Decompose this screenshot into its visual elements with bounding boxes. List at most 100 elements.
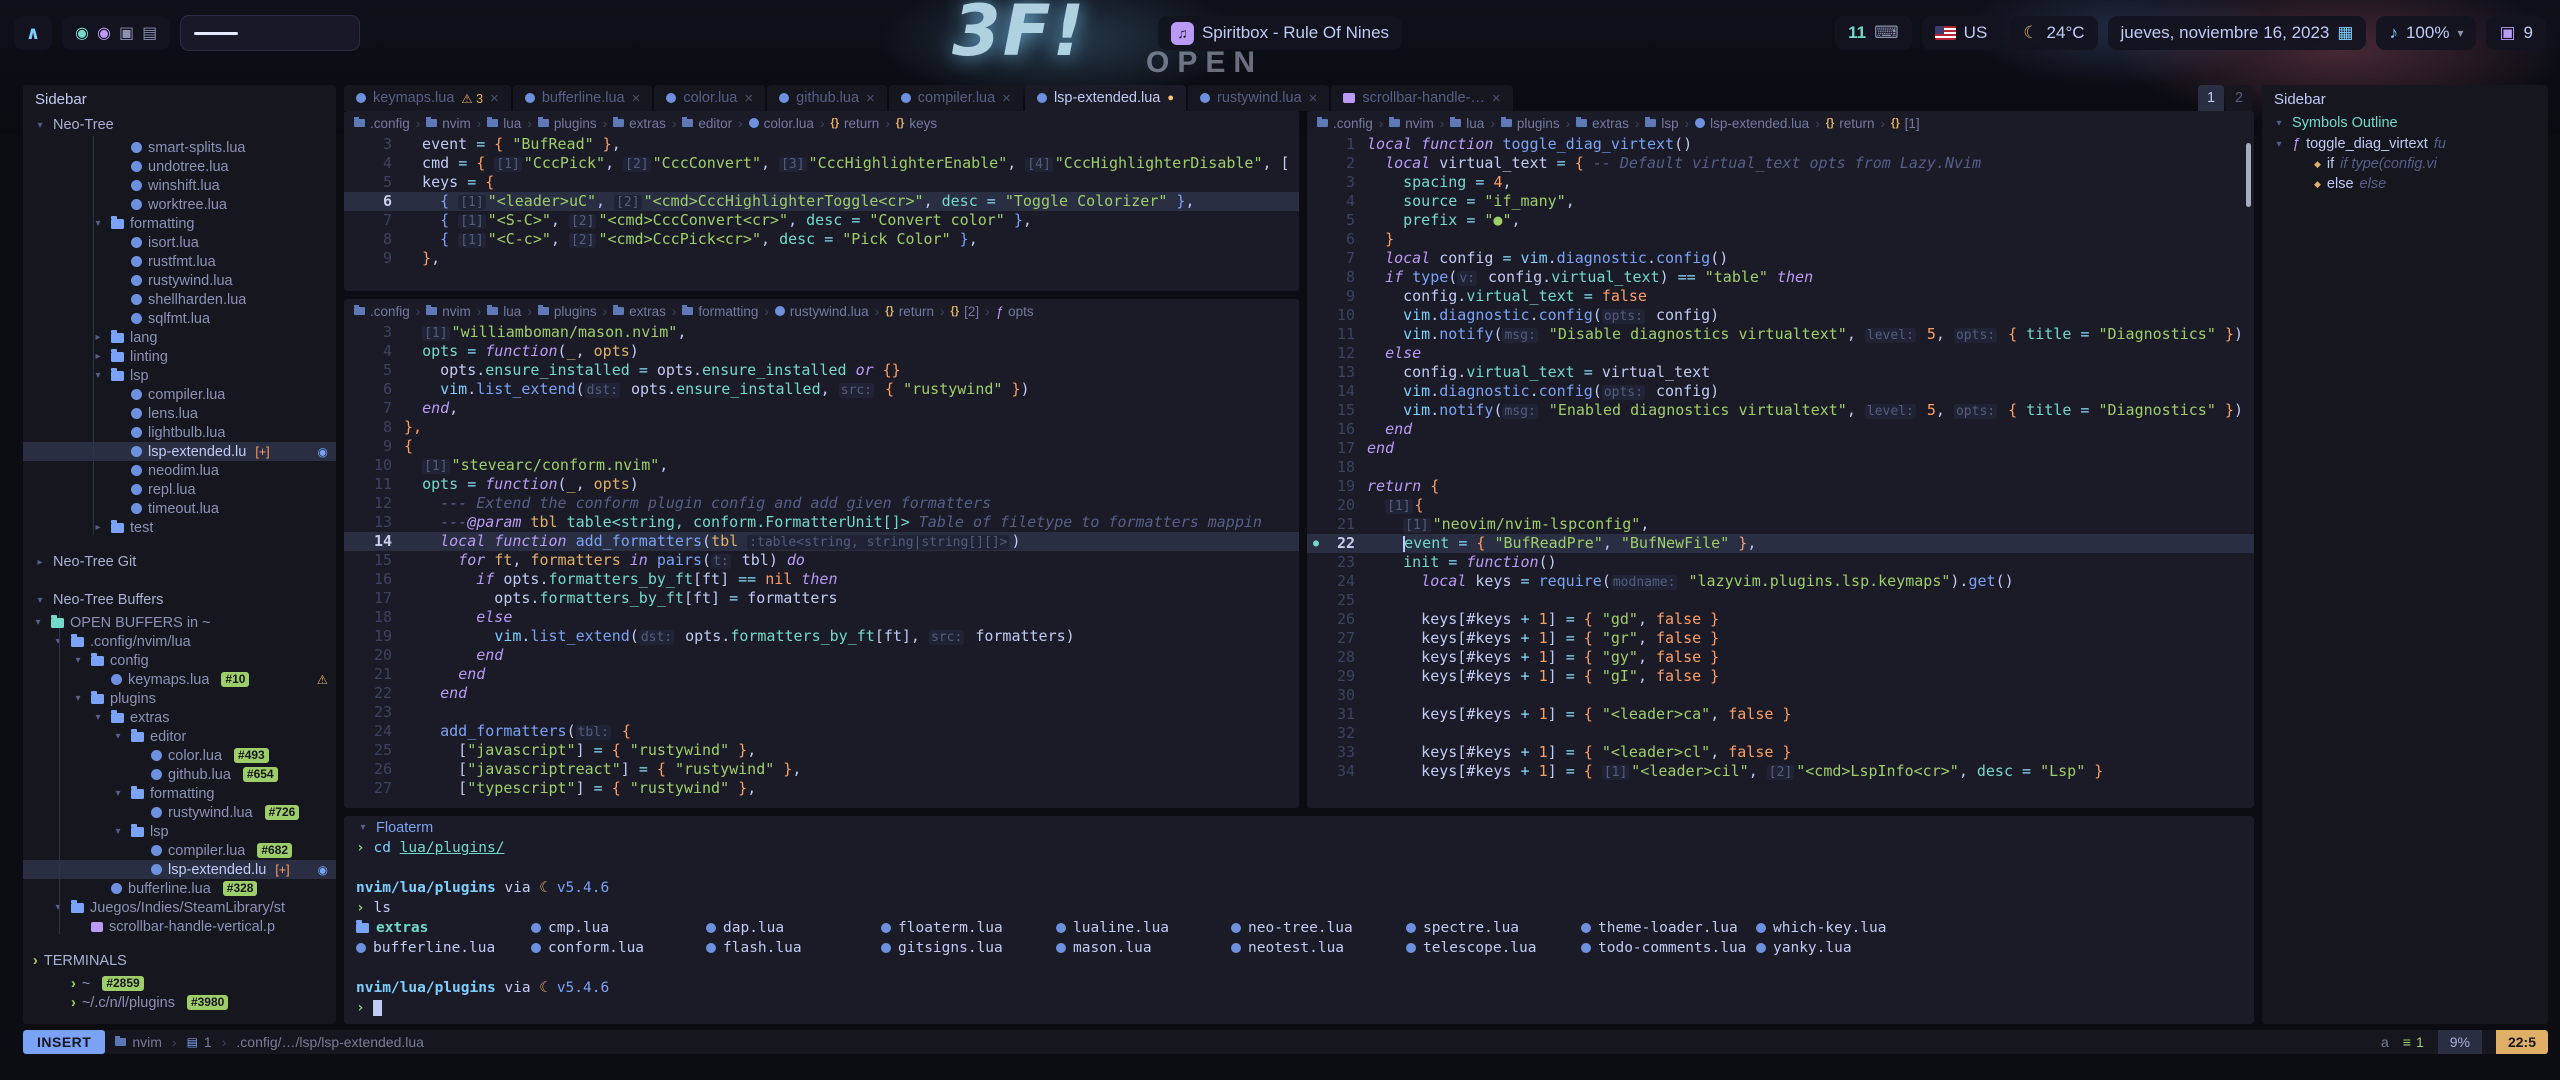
outline-item[interactable]: ◆elseelse [2262,174,2548,194]
tree-item[interactable]: ▾editor [23,727,336,746]
code-line[interactable]: 20 end [344,646,1299,665]
file-entry[interactable]: yanky.lua [1756,938,1931,958]
code-line[interactable]: 17end [1307,439,2254,458]
code-line[interactable]: 5 opts.ensure_installed = opts.ensure_in… [344,361,1299,380]
code-line[interactable]: 24 local keys = require(modname: "lazyvi… [1307,572,2254,591]
code-line[interactable]: 10 [1]"stevearc/conform.nvim", [344,456,1299,475]
terminal-line[interactable]: › cd lua/plugins/ [356,838,2242,858]
code-line[interactable]: 13 ---@param tbl table<string, conform.F… [344,513,1299,532]
breadcrumb-item[interactable]: formatting [682,304,758,319]
code-line[interactable]: 6 vim.list_extend(dst: opts.ensure_insta… [344,380,1299,399]
file-entry[interactable]: lualine.lua [1056,918,1231,938]
section-header-neotree[interactable]: ▾Neo-Tree [23,112,336,138]
tree-item[interactable]: smart-splits.lua [23,138,336,157]
close-icon[interactable]: × [1002,90,1011,107]
tab-lsp-extended-lua[interactable]: lsp-extended.lua● [1025,85,1186,111]
tree-item[interactable]: rustfmt.lua [23,252,336,271]
code-line[interactable]: 9{ [344,437,1299,456]
tree-item[interactable]: winshift.lua [23,176,336,195]
code-line[interactable]: 20 [1]{ [1307,496,2254,515]
tree-item[interactable]: keymaps.lua#10⚠ [23,670,336,689]
tree-item[interactable]: bufferline.lua#328 [23,879,336,898]
code-line[interactable]: 19 vim.list_extend(dst: opts.formatters_… [344,627,1299,646]
tree-item[interactable]: ›~/.c/n/l/plugins#3980 [23,993,336,1012]
breadcrumb-item[interactable]: {}return [885,304,934,319]
eye-icon[interactable]: ◉ [318,445,328,459]
file-entry[interactable]: extras [356,918,531,938]
code-line[interactable]: 24 add_formatters(tbl: { [344,722,1299,741]
breadcrumb-item[interactable]: {}keys [896,116,937,131]
tree-item[interactable]: ▾Juegos/Indies/SteamLibrary/st [23,898,336,917]
tree-item[interactable]: ▾config [23,651,336,670]
file-entry[interactable]: telescope.lua [1406,938,1581,958]
section-header-git[interactable]: ▸Neo-Tree Git [23,549,336,575]
tree-item[interactable]: ▸lang [23,328,336,347]
breadcrumb-item[interactable]: .config [354,116,410,131]
code-line[interactable]: 31 keys[#keys + 1] = { "<leader>ca", fal… [1307,705,2254,724]
tree-item[interactable]: color.lua#493 [23,746,336,765]
tab-color-lua[interactable]: color.lua× [654,85,765,111]
tab-compiler-lua[interactable]: compiler.lua× [889,85,1023,111]
code-line[interactable]: 21 [1]"neovim/nvim-lspconfig", [1307,515,2254,534]
breadcrumb-item[interactable]: rustywind.lua [775,304,869,319]
breadcrumb-item[interactable]: {}[2] [951,304,980,319]
code-line[interactable]: 18 else [344,608,1299,627]
code-line[interactable]: 9 config.virtual_text = false [1307,287,2254,306]
code-line[interactable]: 29 keys[#keys + 1] = { "gI", false } [1307,667,2254,686]
code-line[interactable]: 33 keys[#keys + 1] = { "<leader>cl", fal… [1307,743,2254,762]
tree-item[interactable]: ▾OPEN BUFFERS in ~ [23,613,336,632]
tree-item[interactable]: ▾plugins [23,689,336,708]
terminal-line[interactable]: › [356,998,2242,1018]
section-header-buffers[interactable]: ▾Neo-Tree Buffers [23,587,336,613]
breadcrumb-item[interactable]: lsp-extended.lua [1695,116,1809,131]
code-line[interactable]: 4 source = "if_many", [1307,192,2254,211]
breadcrumb-item[interactable]: .config [354,304,410,319]
terminal-line[interactable]: nvim/lua/plugins via ☾ v5.4.6 [356,978,2242,998]
code-line[interactable]: 32 [1307,724,2254,743]
breadcrumb-item[interactable]: plugins [538,116,597,131]
tree-item[interactable]: ▾.config/nvim/lua [23,632,336,651]
tree-item[interactable]: ›~#2859 [23,974,336,993]
breadcrumb-item[interactable]: lua [487,116,521,131]
terminal-line[interactable]: nvim/lua/plugins via ☾ v5.4.6 [356,878,2242,898]
tab-keymaps-lua[interactable]: keymaps.lua⚠ 3× [344,85,511,111]
code-line[interactable]: 7 local config = vim.diagnostic.config() [1307,249,2254,268]
file-entry[interactable]: neotest.lua [1231,938,1406,958]
file-entry[interactable]: spectre.lua [1406,918,1581,938]
tree-item[interactable]: lens.lua [23,404,336,423]
buffer-segment[interactable]: ▤ 1 [177,1030,222,1054]
code-line[interactable]: 23 init = function() [1307,553,2254,572]
breadcrumb-item[interactable]: extras [613,304,666,319]
tree-item[interactable]: lsp-extended.lu[+]◉ [23,860,336,879]
breadcrumb-item[interactable]: {}[1] [1891,116,1920,131]
outline-item[interactable]: ◆ifif type(config.vi [2262,154,2548,174]
code-line[interactable]: 2 local virtual_text = { -- Default virt… [1307,154,2254,173]
close-icon[interactable]: × [866,90,875,107]
code-line[interactable]: 30 [1307,686,2254,705]
file-entry[interactable]: conform.lua [531,938,706,958]
code-line[interactable]: 21 end [344,665,1299,684]
workspace-widget[interactable]: 11 ⌨ [1835,16,1912,50]
tree-item[interactable]: scrollbar-handle-vertical.p [23,917,336,936]
tree-item[interactable]: worktree.lua [23,195,336,214]
tab-bufferline-lua[interactable]: bufferline.lua× [513,85,653,111]
file-entry[interactable]: theme-loader.lua [1581,918,1756,938]
code-line[interactable]: 1local function toggle_diag_virtext() [1307,135,2254,154]
code-line[interactable]: 15 vim.notify(msg: "Enabled diagnostics … [1307,401,2254,420]
tree-item[interactable]: github.lua#654 [23,765,336,784]
section-header-terminals[interactable]: ›TERMINALS [23,948,336,974]
circle-teal-icon[interactable]: ◉ [75,23,89,43]
breadcrumb-item[interactable]: ƒopts [996,304,1034,319]
file-entry[interactable]: dap.lua [706,918,881,938]
tree-item[interactable]: shellharden.lua [23,290,336,309]
file-entry[interactable]: todo-comments.lua [1581,938,1756,958]
tabpage-2[interactable]: 2 [2226,85,2252,111]
outline-item[interactable]: ▾ƒtoggle_diag_virtextfu [2262,134,2548,154]
breadcrumb-item[interactable]: lua [487,304,521,319]
file-entry[interactable]: gitsigns.lua [881,938,1056,958]
terminal-line[interactable]: › ls [356,898,2242,918]
code-line[interactable]: 3 event = { "BufRead" }, [344,135,1299,154]
code-line[interactable]: 11 opts = function(_, opts) [344,475,1299,494]
launcher-button[interactable]: ∧ [14,16,52,50]
code-line[interactable]: 19return { [1307,477,2254,496]
